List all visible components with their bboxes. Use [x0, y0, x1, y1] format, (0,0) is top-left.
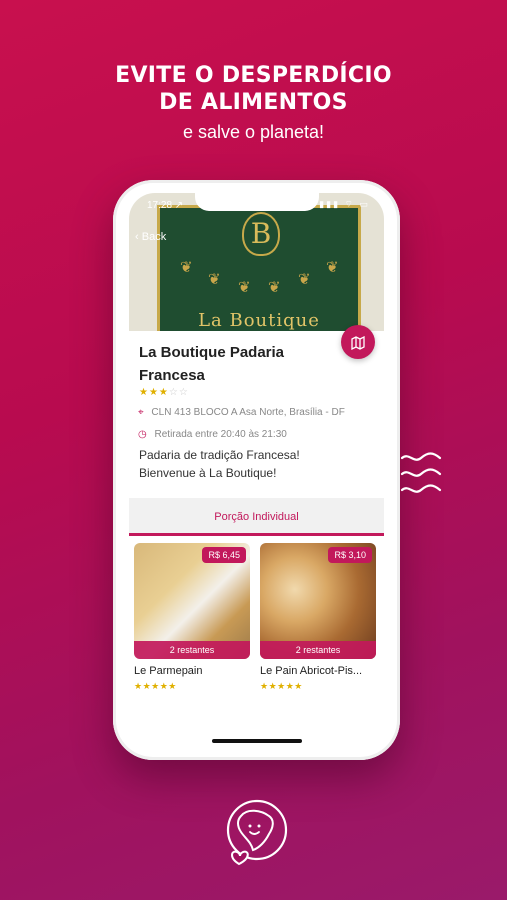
product-rating: ★★★★★	[260, 681, 303, 691]
product-card[interactable]: R$ 6,45 2 restantes Le Parmepain ★★★★★	[134, 543, 250, 692]
chevron-left-icon: ‹	[135, 231, 139, 243]
home-indicator[interactable]	[212, 739, 302, 743]
phone-screen: B ❦ ❦ ❦ ❦ ❦ ❦ La Boutique 17:28 ↗ ▮▮▮ ⌔ …	[129, 193, 384, 749]
product-name: Le Pain Abricot-Pis...	[260, 665, 363, 677]
store-name: La Boutique Padaria Francesa	[139, 344, 285, 384]
pickup-time-text: Retirada entre 20:40 às 21:30	[154, 429, 287, 440]
store-rating: ★★★☆☆	[139, 387, 189, 398]
phone-frame: B ❦ ❦ ❦ ❦ ❦ ❦ La Boutique 17:28 ↗ ▮▮▮ ⌔ …	[113, 180, 400, 760]
headline-line-1: EVITE O DESPERDÍCIO	[115, 63, 392, 88]
pickup-time: ◷ Retirada entre 20:40 às 21:30	[138, 429, 287, 440]
store-emblem: B	[242, 212, 280, 256]
location-pin-icon: ⌖	[138, 407, 144, 418]
store-description-line-1: Padaria de tradição Francesa!	[139, 448, 300, 462]
store-sign: B ❦ ❦ ❦ ❦ ❦ ❦ La Boutique	[157, 205, 361, 331]
croissant-icon: ❦	[298, 271, 311, 288]
product-card[interactable]: R$ 3,10 2 restantes Le Pain Abricot-Pis.…	[260, 543, 376, 692]
product-remaining: 2 restantes	[260, 641, 376, 659]
status-time: 17:28 ↗	[147, 200, 184, 211]
product-price: R$ 3,10	[328, 547, 372, 563]
clock-icon: ◷	[138, 429, 147, 440]
phone-notch	[195, 193, 319, 211]
headline-tagline: e salve o planeta!	[182, 122, 325, 142]
back-label: Back	[141, 231, 167, 243]
back-button[interactable]: ‹ Back	[135, 231, 166, 243]
rating-filled-stars: ★★★	[139, 387, 169, 398]
product-price: R$ 6,45	[202, 547, 246, 563]
store-address[interactable]: ⌖ CLN 413 BLOCO A Asa Norte, Brasília - …	[138, 407, 345, 418]
store-sign-brand: La Boutique	[198, 310, 320, 331]
status-icons: ▮▮▮ ⌔ ▭	[319, 199, 370, 209]
product-rating: ★★★★★	[134, 681, 177, 691]
product-image: R$ 3,10 2 restantes	[260, 543, 376, 659]
croissant-icon: ❦	[180, 259, 193, 276]
product-name: Le Parmepain	[134, 665, 203, 677]
rating-empty-stars: ☆☆	[168, 387, 189, 398]
croissant-icon: ❦	[208, 271, 221, 288]
map-icon	[351, 336, 365, 351]
croissant-icon: ❦	[268, 279, 281, 296]
headline-line-2: DE ALIMENTOS	[159, 90, 348, 115]
store-description-line-2: Bienvenue à La Boutique!	[139, 466, 277, 480]
headline: EVITE O DESPERDÍCIO DE ALIMENTOS e salve…	[0, 62, 507, 143]
status-bar: 17:28 ↗ ▮▮▮ ⌔ ▭	[129, 193, 384, 217]
product-image: R$ 6,45 2 restantes	[134, 543, 250, 659]
brazil-heart-logo-icon	[226, 799, 288, 866]
map-button[interactable]	[341, 325, 375, 359]
croissant-icon: ❦	[238, 279, 251, 296]
store-address-text: CLN 413 BLOCO A Asa Norte, Brasília - DF	[151, 407, 345, 418]
tab-porcao-individual[interactable]: Porção Individual	[129, 498, 384, 536]
product-remaining: 2 restantes	[134, 641, 250, 659]
croissant-icon: ❦	[326, 259, 339, 276]
wave-lines-icon	[400, 452, 442, 493]
store-description: Padaria de tradição Francesa! Bienvenue …	[139, 446, 374, 482]
